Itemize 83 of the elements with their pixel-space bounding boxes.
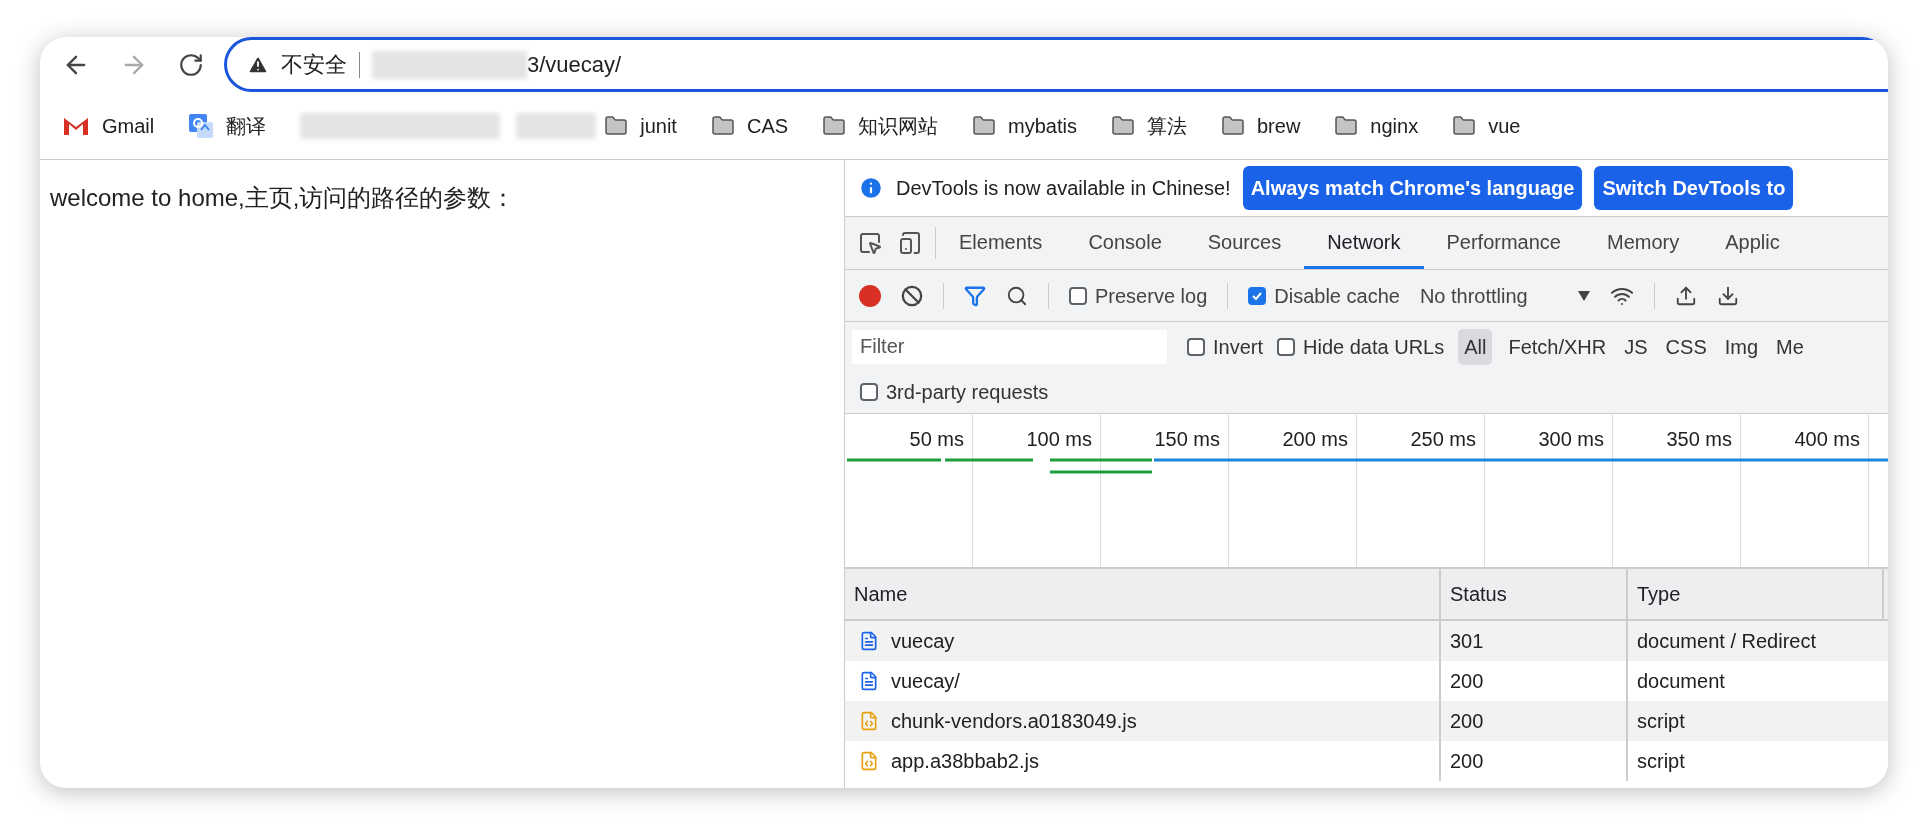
type-filter[interactable]: Fetch/XHR	[1502, 328, 1613, 365]
bookmark[interactable]: 知识网站	[822, 110, 939, 141]
folder-icon	[710, 113, 735, 138]
timeline-tick: 250 ms	[1410, 427, 1476, 452]
timeline-tick: 200 ms	[1282, 427, 1348, 452]
bookmark[interactable]: 算法	[1110, 110, 1187, 141]
folder-icon	[604, 113, 629, 138]
filter-field[interactable]: Filter	[852, 329, 1167, 364]
column-header[interactable]: Status	[1441, 569, 1628, 619]
type-filter[interactable]: Img	[1718, 328, 1765, 365]
caret-icon	[1577, 290, 1590, 301]
search-icon[interactable]	[1006, 284, 1028, 307]
security-label: 不安全	[281, 51, 347, 79]
type-cell-text: document / Redirect	[1637, 629, 1816, 654]
bookmark[interactable]: nginx	[1334, 110, 1419, 141]
script-icon	[859, 711, 879, 731]
script-icon	[859, 751, 879, 771]
import-icon[interactable]	[1674, 284, 1697, 307]
bookmark[interactable]: CAS	[710, 110, 789, 141]
type-cell-text: script	[1637, 749, 1685, 774]
request-name[interactable]: chunk-vendors.a0183049.js	[891, 706, 1137, 736]
document-icon	[859, 671, 879, 691]
checkbox[interactable]: 3rd-party requests	[860, 377, 1049, 407]
folder-icon	[822, 113, 847, 138]
bookmark[interactable]: mybatis	[972, 110, 1077, 141]
bookmark[interactable]: vue	[1452, 110, 1521, 141]
banner-button[interactable]: Switch DevTools to	[1594, 166, 1794, 210]
type-cell-text: document	[1637, 669, 1725, 694]
checkbox[interactable]: Hide data URLs	[1277, 331, 1445, 362]
bookmark[interactable]: junit	[604, 110, 677, 141]
address-bar[interactable]: 不安全 3/vuecay/	[224, 37, 1888, 92]
timeline-tick: 350 ms	[1666, 427, 1732, 452]
column-header[interactable]: Name	[845, 569, 1441, 619]
devtools-tab[interactable]: Memory	[1584, 217, 1703, 269]
record-button[interactable]	[859, 284, 881, 307]
request-name[interactable]: vuecay	[891, 626, 955, 656]
export-icon[interactable]	[1716, 284, 1739, 307]
throttling-dropdown[interactable]: No throttling	[1419, 280, 1590, 311]
folder-icon	[1220, 113, 1245, 138]
devtools-tab[interactable]: Performance	[1423, 217, 1584, 269]
status-cell-text: 200	[1450, 709, 1484, 734]
status-cell-text: 200	[1450, 669, 1484, 694]
folder-icon	[1452, 113, 1477, 138]
device-icon[interactable]	[898, 231, 922, 255]
type-filter[interactable]: CSS	[1659, 328, 1713, 365]
clear-icon[interactable]	[901, 284, 923, 307]
url-text: 3/vuecay/	[527, 51, 622, 79]
type-cell-text: script	[1637, 709, 1685, 734]
timeline-tick: 100 ms	[1026, 427, 1092, 452]
timeline-tick: 50 ms	[909, 427, 964, 452]
status-cell-text: 301	[1450, 629, 1484, 654]
request-name[interactable]: app.a38bbab2.js	[891, 746, 1039, 776]
inspect-icon[interactable]	[858, 231, 882, 255]
checkbox[interactable]: Preserve log	[1069, 280, 1208, 311]
checkbox[interactable]: Disable cache	[1248, 280, 1400, 311]
devtools-tab[interactable]: Sources	[1184, 217, 1305, 269]
folder-icon	[972, 113, 997, 138]
banner-button[interactable]: Always match Chrome's language	[1242, 166, 1583, 210]
timeline-tick: 150 ms	[1154, 427, 1220, 452]
request-name[interactable]: vuecay/	[891, 666, 960, 696]
timeline-tick: 300 ms	[1538, 427, 1604, 452]
type-filter[interactable]: Me	[1770, 328, 1810, 365]
bookmark[interactable]: 翻译	[188, 110, 267, 141]
timeline-tick: 400 ms	[1794, 427, 1860, 452]
folder-icon	[1110, 113, 1135, 138]
folder-icon	[1334, 113, 1359, 138]
column-header[interactable]: Type	[1628, 569, 1884, 619]
devtools-tab[interactable]: Elements	[936, 217, 1066, 269]
reload-icon[interactable]	[178, 51, 204, 78]
translate-icon	[188, 112, 215, 139]
devtools-tab[interactable]: Console	[1065, 217, 1185, 269]
type-filter[interactable]: All	[1458, 328, 1493, 365]
bookmark[interactable]: Gmail	[62, 110, 155, 141]
banner-message: DevTools is now available in Chinese!	[896, 176, 1231, 201]
status-cell-text: 200	[1450, 749, 1484, 774]
bookmark[interactable]: brew	[1220, 110, 1301, 141]
document-icon	[859, 631, 879, 651]
info-icon	[858, 175, 884, 201]
devtools-tab[interactable]: Applic	[1702, 217, 1803, 269]
checkbox[interactable]: Invert	[1187, 331, 1264, 362]
type-filter[interactable]: JS	[1618, 328, 1654, 365]
filter-icon[interactable]	[964, 284, 986, 307]
page-text: welcome to home,主页,访问的路径的参数：	[50, 184, 516, 211]
